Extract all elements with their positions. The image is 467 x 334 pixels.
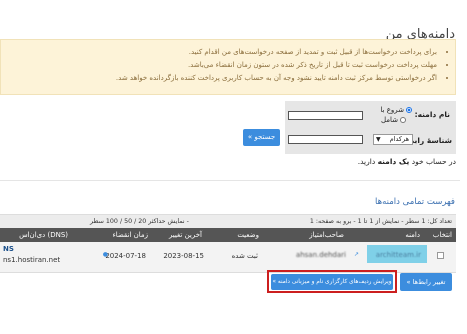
search-panel: نام دامنه: شروع با شامل شناسهٔ رابط: هرک…: [285, 101, 456, 154]
domain-name-input[interactable]: [288, 111, 363, 120]
col-dns: دی‌ان‌اس (DNS): [19, 231, 68, 239]
info-alert: برای پرداخت درخواست‌ها از قبیل ثبت و تمد…: [0, 39, 456, 95]
holder-link[interactable]: ahsan.dehdari: [296, 251, 346, 259]
alert-item: برای پرداخت درخواست‌ها از قبیل ثبت و تمد…: [1, 46, 437, 59]
radio-button[interactable]: [400, 117, 406, 123]
col-domain[interactable]: دامنه: [405, 231, 420, 239]
alert-item: مهلت پرداخت درخواست ثبت تا قبل از تاریخ …: [1, 59, 437, 72]
search-button[interactable]: جستجو »: [243, 129, 280, 146]
radio-start-with[interactable]: شروع با: [380, 106, 412, 114]
col-expiry[interactable]: زمان انقضاء: [112, 231, 148, 239]
domain-name-label: نام دامنه:: [414, 110, 450, 119]
radio-contains-label: شامل: [380, 116, 398, 124]
account-note: در حساب خود یک دامنه دارید.: [358, 157, 456, 166]
dns-secondary: ns1.hostiran.net: [3, 256, 61, 264]
note-prefix: در حساب خود: [411, 157, 456, 166]
contact-type-select[interactable]: هرکدام ▼: [373, 134, 413, 145]
last-change-value: 2023-08-15: [163, 252, 204, 260]
pager-bar: تعداد کل: 1 سطر - نمایش از 1 تا 1 - برو …: [0, 214, 456, 228]
edit-nameservers-button[interactable]: ویرایش ردیف‌های کارگزاری نام و میزبانی د…: [271, 274, 393, 290]
pager-info[interactable]: تعداد کل: 1 سطر - نمایش از 1 تا 1 - برو …: [310, 218, 452, 225]
col-last-change[interactable]: آخرین تغییر: [169, 231, 202, 239]
page-size-options[interactable]: - نمایش حداکثر 20 / 50 / 100 سطر: [90, 218, 189, 225]
table-header: انتخاب دامنه صاحب‌امتیاز وضعیت آخرین تغی…: [0, 228, 456, 242]
change-contacts-button[interactable]: تغییر رابط‌ها »: [400, 273, 452, 291]
domain-link[interactable]: architteam.ir: [376, 251, 421, 259]
col-status[interactable]: وضعیت: [237, 231, 259, 239]
divider: [0, 180, 460, 181]
note-count: یک دامنه: [377, 157, 410, 166]
col-holder[interactable]: صاحب‌امتیاز: [309, 231, 344, 239]
dns-primary: NS: [3, 245, 14, 253]
table-row: architteam.ir ahsan.dehdari ↗ ثبت شده 20…: [0, 242, 456, 273]
status-value: ثبت شده: [231, 252, 258, 260]
radio-start-label: شروع با: [380, 106, 404, 114]
info-icon: ●: [102, 251, 108, 258]
radio-contains[interactable]: شامل: [381, 116, 406, 124]
list-title: فهرست تمامی دامنه‌ها: [375, 197, 455, 207]
alert-item: اگر درخواستی توسط مرکز ثبت دامنه تایید ن…: [1, 72, 437, 85]
external-link-icon: ↗: [353, 251, 359, 258]
note-suffix: دارید.: [357, 157, 376, 166]
radio-button[interactable]: [406, 107, 412, 113]
select-value: هرکدام: [389, 135, 409, 143]
contact-id-input[interactable]: [288, 135, 363, 144]
row-checkbox[interactable]: [437, 252, 444, 259]
col-select: انتخاب: [432, 231, 452, 239]
chevron-down-icon: ▼: [376, 136, 381, 143]
expiry-value: 2024-07-18: [105, 252, 146, 260]
